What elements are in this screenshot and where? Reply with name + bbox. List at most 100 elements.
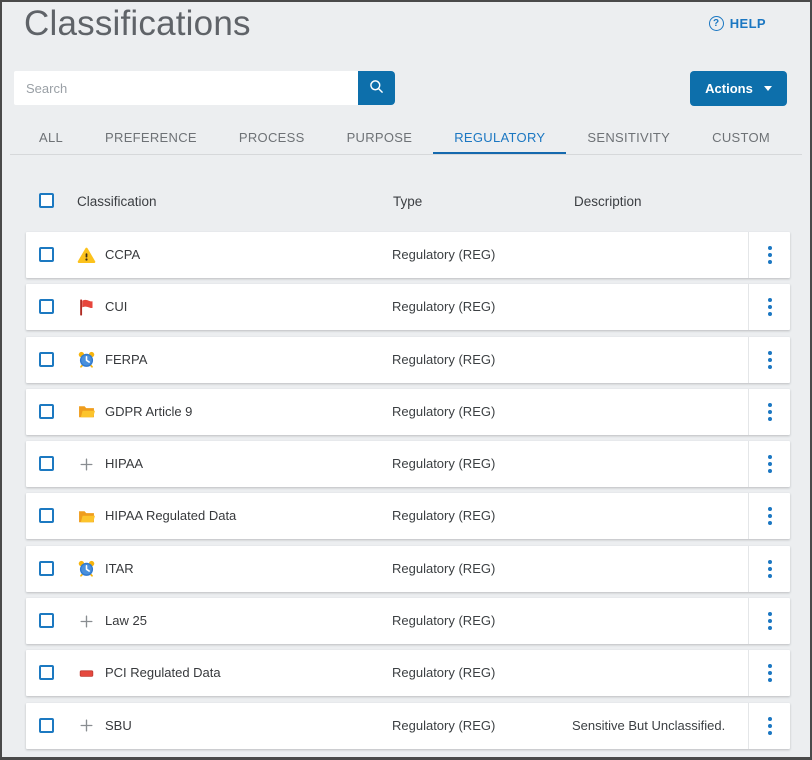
row-checkbox[interactable] (39, 718, 54, 733)
kebab-dot (768, 417, 772, 421)
row-menu-button[interactable] (749, 546, 790, 592)
table-row: ITAR Regulatory (REG) (26, 546, 790, 592)
search-icon (368, 78, 385, 98)
row-menu-button[interactable] (749, 389, 790, 435)
kebab-dot (768, 403, 772, 407)
search-input[interactable] (14, 71, 358, 105)
classification-type: Regulatory (REG) (392, 232, 495, 278)
classification-type: Regulatory (REG) (392, 493, 495, 539)
kebab-dot (768, 626, 772, 630)
flag-icon (75, 297, 97, 317)
classification-type: Regulatory (REG) (392, 337, 495, 383)
column-header-type: Type (393, 194, 422, 209)
tab-purpose[interactable]: PURPOSE (326, 126, 434, 155)
classification-name: GDPR Article 9 (105, 389, 192, 435)
help-label: HELP (730, 16, 766, 31)
kebab-dot (768, 358, 772, 362)
kebab-dot (768, 560, 772, 564)
row-menu-button[interactable] (749, 232, 790, 278)
classification-type: Regulatory (REG) (392, 284, 495, 330)
alarm-clock-icon (75, 559, 97, 579)
table-row: GDPR Article 9 Regulatory (REG) (26, 389, 790, 435)
kebab-dot (768, 462, 772, 466)
classification-name: PCI Regulated Data (105, 650, 221, 696)
tab-custom[interactable]: CUSTOM (691, 126, 791, 155)
classification-list: CCPA Regulatory (REG) CUI Regulatory (RE… (26, 232, 790, 755)
page-title: Classifications (24, 4, 251, 44)
kebab-dot (768, 612, 772, 616)
classification-type: Regulatory (REG) (392, 546, 495, 592)
kebab-dot (768, 298, 772, 302)
kebab-dot (768, 514, 772, 518)
tab-sensitivity[interactable]: SENSITIVITY (566, 126, 691, 155)
classification-type: Regulatory (REG) (392, 441, 495, 487)
row-checkbox[interactable] (39, 508, 54, 523)
classification-name: CCPA (105, 232, 140, 278)
row-menu-button[interactable] (749, 650, 790, 696)
kebab-dot (768, 410, 772, 414)
kebab-dot (768, 521, 772, 525)
row-checkbox[interactable] (39, 352, 54, 367)
table-row: HIPAA Regulated Data Regulatory (REG) (26, 493, 790, 539)
classification-name: HIPAA Regulated Data (105, 493, 236, 539)
classification-name: HIPAA (105, 441, 143, 487)
tab-preference[interactable]: PREFERENCE (84, 126, 218, 155)
classification-type: Regulatory (REG) (392, 703, 495, 749)
classification-type: Regulatory (REG) (392, 650, 495, 696)
table-row: CCPA Regulatory (REG) (26, 232, 790, 278)
plus-icon (75, 454, 97, 474)
kebab-dot (768, 731, 772, 735)
row-checkbox[interactable] (39, 561, 54, 576)
warning-icon (75, 245, 97, 265)
row-checkbox[interactable] (39, 404, 54, 419)
classification-type: Regulatory (REG) (392, 598, 495, 644)
tabs-divider (10, 154, 802, 155)
search-bar (14, 71, 395, 105)
kebab-dot (768, 469, 772, 473)
actions-button[interactable]: Actions (690, 71, 787, 106)
classification-name: FERPA (105, 337, 147, 383)
kebab-dot (768, 678, 772, 682)
folder-icon (75, 506, 97, 526)
table-row: Law 25 Regulatory (REG) (26, 598, 790, 644)
classification-type: Regulatory (REG) (392, 389, 495, 435)
kebab-dot (768, 567, 772, 571)
column-header-classification: Classification (77, 194, 157, 209)
table-row: CUI Regulatory (REG) (26, 284, 790, 330)
table-row: SBU Regulatory (REG) Sensitive But Uncla… (26, 703, 790, 749)
kebab-dot (768, 305, 772, 309)
kebab-dot (768, 717, 772, 721)
row-checkbox[interactable] (39, 247, 54, 262)
row-menu-button[interactable] (749, 703, 790, 749)
classification-tabs: ALLPREFERENCEPROCESSPURPOSEREGULATORYSEN… (18, 126, 791, 155)
row-menu-button[interactable] (749, 337, 790, 383)
folder-icon (75, 402, 97, 422)
row-checkbox[interactable] (39, 299, 54, 314)
help-link[interactable]: ? HELP (709, 16, 766, 31)
search-button[interactable] (358, 71, 395, 105)
kebab-dot (768, 574, 772, 578)
kebab-dot (768, 351, 772, 355)
classification-name: SBU (105, 703, 132, 749)
row-menu-button[interactable] (749, 284, 790, 330)
row-menu-button[interactable] (749, 441, 790, 487)
row-checkbox[interactable] (39, 456, 54, 471)
row-checkbox[interactable] (39, 665, 54, 680)
classification-name: ITAR (105, 546, 134, 592)
kebab-dot (768, 312, 772, 316)
plus-icon (75, 716, 97, 736)
tab-all[interactable]: ALL (18, 126, 84, 155)
kebab-dot (768, 724, 772, 728)
caret-down-icon (764, 86, 772, 91)
row-menu-button[interactable] (749, 598, 790, 644)
alarm-clock-icon (75, 350, 97, 370)
actions-label: Actions (705, 81, 753, 96)
row-checkbox[interactable] (39, 613, 54, 628)
table-row: FERPA Regulatory (REG) (26, 337, 790, 383)
tab-process[interactable]: PROCESS (218, 126, 326, 155)
row-menu-button[interactable] (749, 493, 790, 539)
tab-regulatory[interactable]: REGULATORY (433, 126, 566, 155)
kebab-dot (768, 664, 772, 668)
table-row: HIPAA Regulatory (REG) (26, 441, 790, 487)
select-all-checkbox[interactable] (39, 193, 54, 208)
